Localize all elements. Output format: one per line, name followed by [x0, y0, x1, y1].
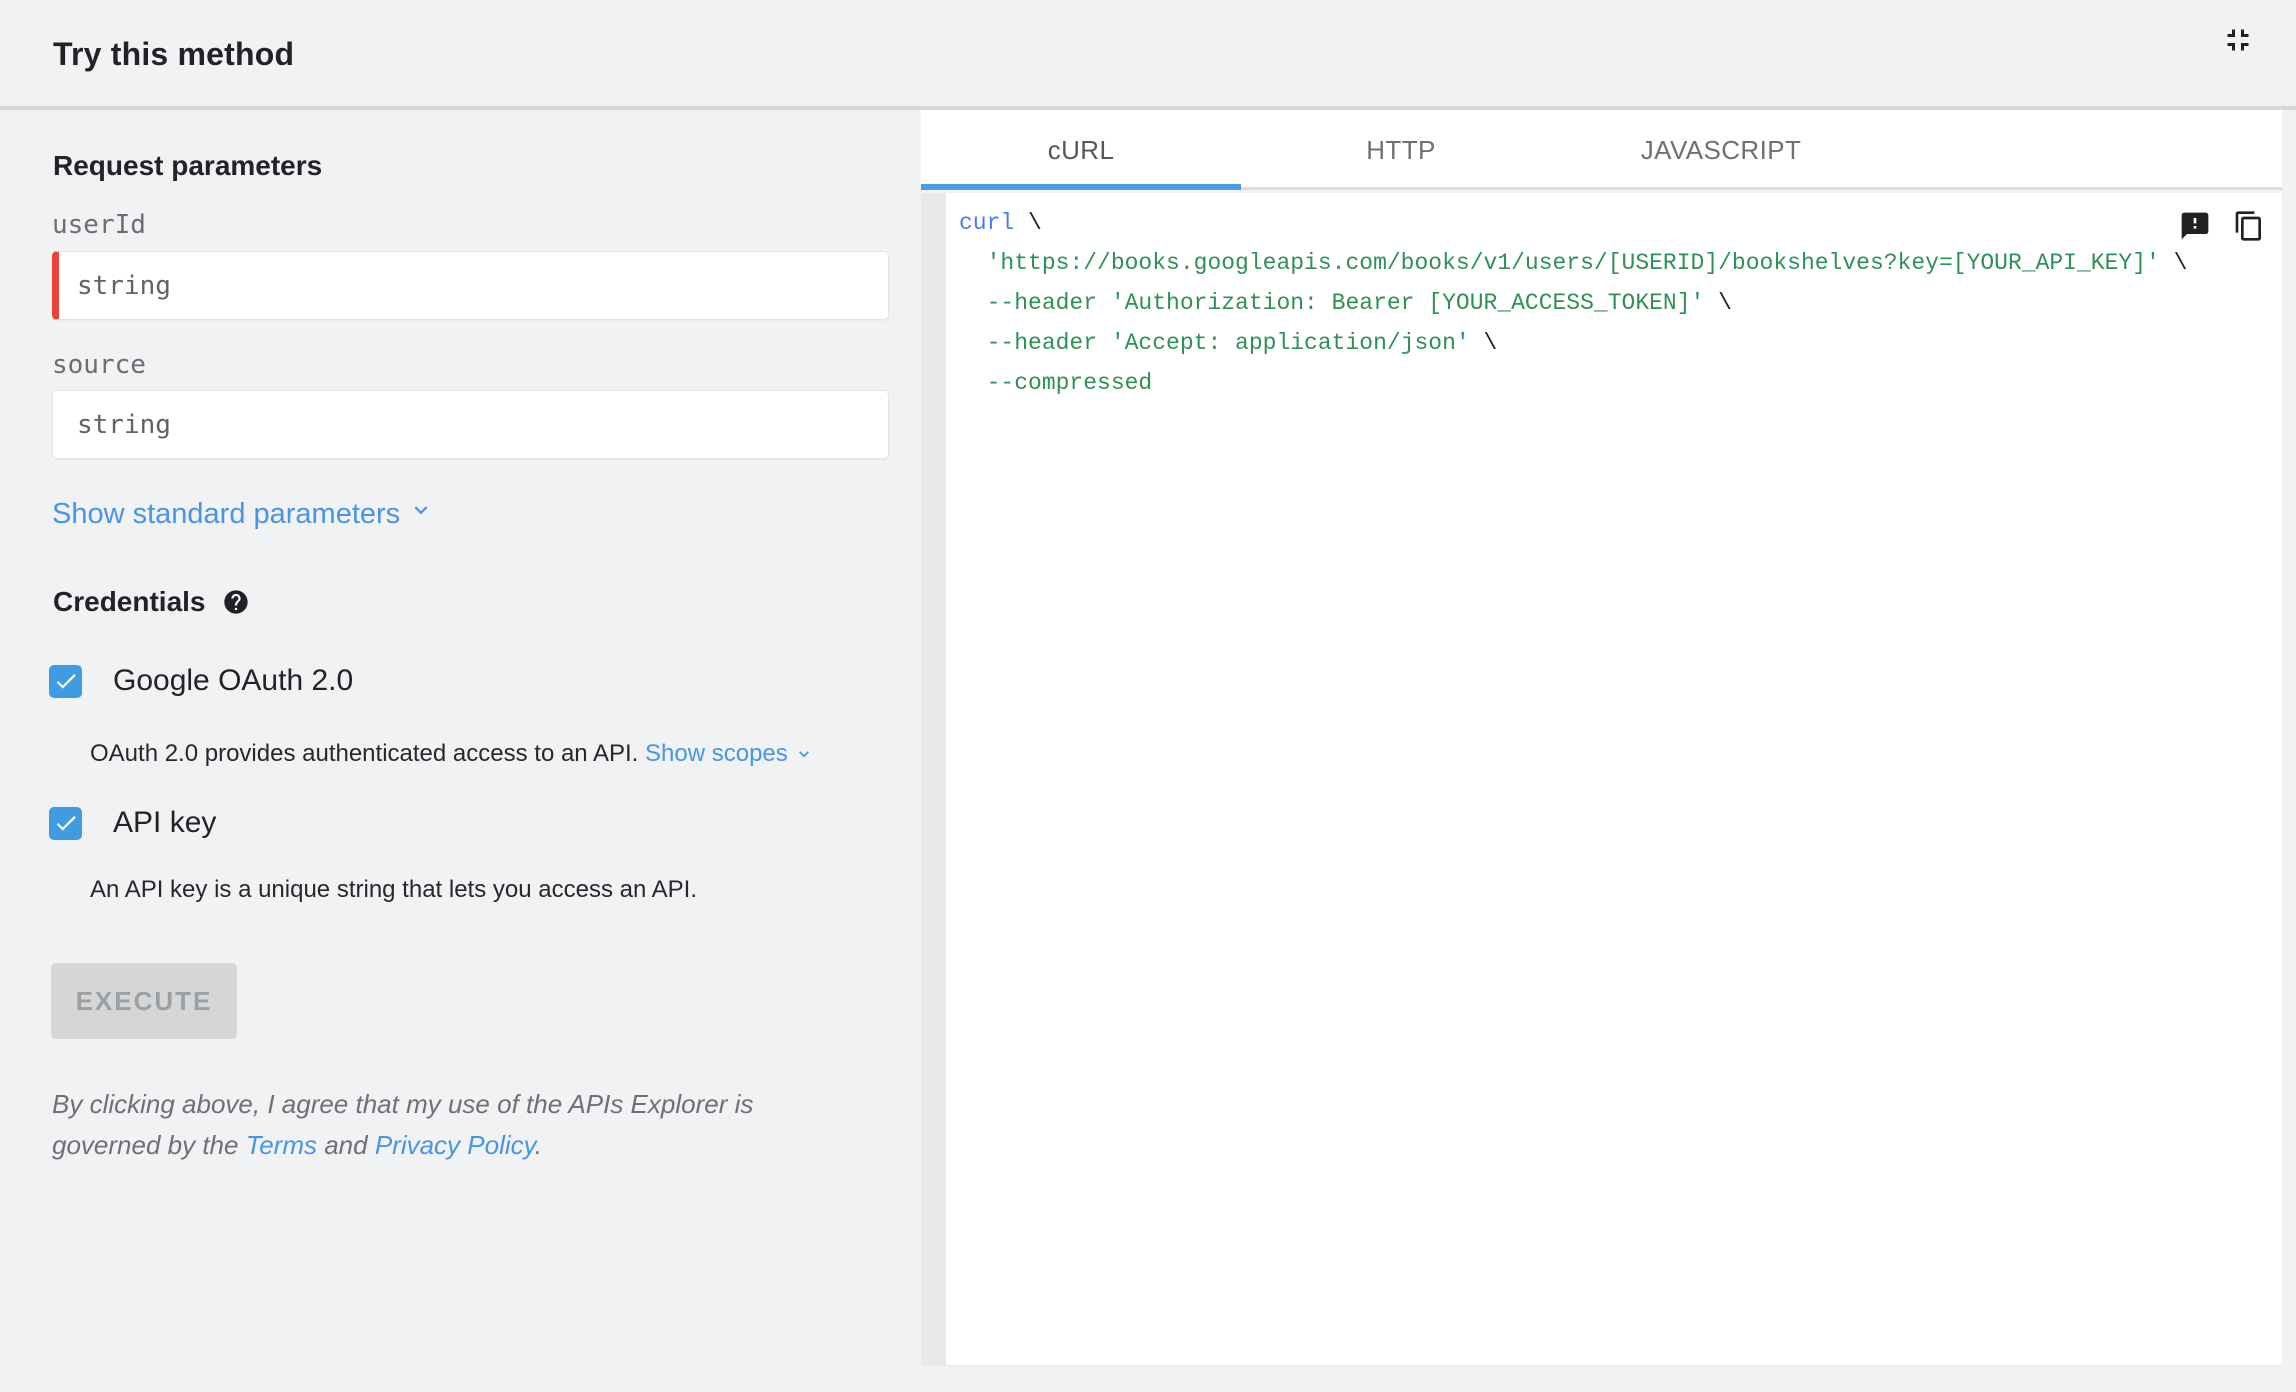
request-form-panel: Request parameters userId source Show st…	[0, 110, 921, 1392]
help-icon[interactable]	[222, 588, 250, 616]
curl-command: curl \ 'https://books.googleapis.com/boo…	[959, 210, 2188, 396]
credentials-heading: Credentials	[53, 586, 250, 618]
apikey-credential-row: API key	[49, 806, 216, 840]
execute-button[interactable]: EXECUTE	[51, 963, 237, 1039]
code-sample-panel: cURL HTTP JAVASCRIPT curl \ 'https://boo…	[921, 110, 2282, 1366]
userid-label: userId	[52, 210, 146, 240]
oauth-label: Google OAuth 2.0	[113, 664, 354, 697]
request-parameters-heading: Request parameters	[53, 150, 323, 181]
source-input[interactable]	[52, 390, 889, 459]
tab-http[interactable]: HTTP	[1241, 110, 1561, 190]
copy-icon[interactable]	[2232, 209, 2266, 243]
show-standard-parameters-link[interactable]: Show standard parameters	[52, 497, 434, 531]
chevron-down-icon	[408, 497, 434, 531]
feedback-icon[interactable]	[2178, 209, 2212, 243]
code-block: curl \ 'https://books.googleapis.com/boo…	[946, 193, 2282, 1366]
oauth-description: OAuth 2.0 provides authenticated access …	[90, 740, 814, 768]
apikey-description: An API key is a unique string that lets …	[90, 876, 698, 903]
source-label: source	[52, 350, 146, 380]
privacy-policy-link[interactable]: Privacy Policy	[375, 1130, 535, 1160]
show-scopes-link[interactable]: Show scopes	[645, 740, 814, 768]
oauth-credential-row: Google OAuth 2.0	[49, 664, 353, 698]
code-language-tabbar: cURL HTTP JAVASCRIPT	[921, 110, 2282, 190]
page-title: Try this method	[53, 36, 295, 72]
apikey-label: API key	[113, 806, 217, 839]
legal-text: By clicking above, I agree that my use o…	[52, 1089, 754, 1160]
tab-curl[interactable]: cURL	[921, 110, 1241, 190]
chevron-down-icon	[798, 751, 809, 758]
code-gutter	[921, 193, 946, 1366]
code-actions	[2178, 209, 2266, 243]
apikey-checkbox[interactable]	[49, 806, 82, 840]
fullscreen-exit-icon[interactable]	[2216, 18, 2260, 62]
code-region: curl \ 'https://books.googleapis.com/boo…	[921, 193, 2282, 1366]
userid-input[interactable]	[52, 251, 889, 320]
tab-javascript[interactable]: JAVASCRIPT	[1561, 110, 1881, 190]
terms-link[interactable]: Terms	[246, 1130, 317, 1160]
active-tab-indicator	[921, 184, 1241, 190]
oauth-checkbox[interactable]	[49, 664, 82, 698]
try-this-method-panel: Try this method Request parameters userI…	[0, 0, 2296, 1392]
